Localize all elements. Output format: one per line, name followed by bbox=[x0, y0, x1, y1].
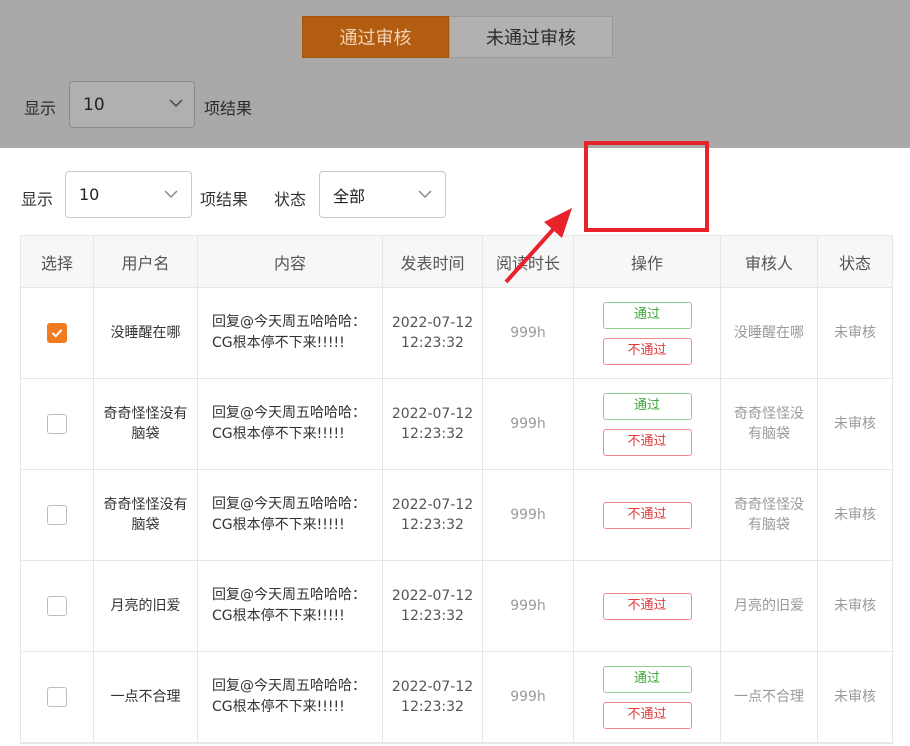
table-header: 选择 用户名 内容 发表时间 阅读时长 操作 审核人 状态 bbox=[21, 236, 892, 288]
row-checkbox[interactable] bbox=[47, 323, 67, 343]
status-cell: 未审核 bbox=[834, 689, 876, 705]
reviewer-cell: 月亮的旧爱 bbox=[721, 561, 818, 651]
header-actions: 操作 bbox=[574, 236, 721, 287]
page-size-value: 10 bbox=[79, 185, 100, 204]
approve-button[interactable]: 通过 bbox=[602, 392, 692, 420]
publish-clock: 12:23:32 bbox=[401, 608, 464, 624]
bg-result-label: 项结果 bbox=[204, 99, 253, 118]
reviewer-cell: 奇奇怪怪没有脑袋 bbox=[721, 470, 818, 560]
check-icon bbox=[51, 329, 63, 338]
chevron-down-icon bbox=[164, 190, 178, 199]
content-cell: 回复@今天周五哈哈哈：CG根本停不下来!!!!! bbox=[198, 470, 383, 560]
header-content: 内容 bbox=[198, 236, 383, 287]
approve-button[interactable]: 通过 bbox=[602, 301, 692, 329]
username-cell: 奇奇怪怪没有脑袋 bbox=[94, 470, 198, 560]
duration-cell: 999h bbox=[483, 652, 574, 742]
status-cell: 未审核 bbox=[834, 507, 876, 523]
review-panel: 显示 10 项结果 状态 全部 选择 用户名 内容 发表时间 阅读时长 操作 审… bbox=[0, 148, 910, 746]
row-checkbox[interactable] bbox=[47, 687, 67, 707]
reviewer-cell: 没睡醒在哪 bbox=[721, 288, 818, 378]
duration-cell: 999h bbox=[483, 379, 574, 469]
bg-page-size-select[interactable]: 10 bbox=[69, 81, 195, 128]
page-size-select[interactable]: 10 bbox=[65, 171, 192, 218]
annotation-highlight-box bbox=[584, 141, 709, 232]
publish-time-cell: 2022-07-12 12:23:32 bbox=[383, 652, 483, 742]
table-row: 奇奇怪怪没有脑袋 回复@今天周五哈哈哈：CG根本停不下来!!!!! 2022-0… bbox=[21, 379, 892, 470]
publish-clock: 12:23:32 bbox=[401, 699, 464, 715]
content-cell: 回复@今天周五哈哈哈：CG根本停不下来!!!!! bbox=[198, 288, 383, 378]
publish-time-cell: 2022-07-12 12:23:32 bbox=[383, 288, 483, 378]
status-select[interactable]: 全部 bbox=[319, 171, 446, 218]
publish-clock: 12:23:32 bbox=[401, 517, 464, 533]
content-cell: 回复@今天周五哈哈哈：CG根本停不下来!!!!! bbox=[198, 379, 383, 469]
show-label: 显示 bbox=[21, 190, 54, 209]
publish-clock: 12:23:32 bbox=[401, 335, 464, 351]
reject-button[interactable]: 不通过 bbox=[602, 337, 692, 365]
actions-cell: 不通过 bbox=[574, 561, 721, 651]
status-cell: 未审核 bbox=[834, 416, 876, 432]
username-cell: 一点不合理 bbox=[94, 652, 198, 742]
duration-cell: 999h bbox=[483, 288, 574, 378]
publish-date: 2022-07-12 bbox=[391, 315, 474, 331]
publish-date: 2022-07-12 bbox=[391, 406, 474, 422]
content-cell: 回复@今天周五哈哈哈：CG根本停不下来!!!!! bbox=[198, 561, 383, 651]
publish-time-cell: 2022-07-12 12:23:32 bbox=[383, 470, 483, 560]
reject-button[interactable]: 不通过 bbox=[602, 592, 692, 620]
row-checkbox[interactable] bbox=[47, 414, 67, 434]
status-cell: 未审核 bbox=[834, 325, 876, 341]
reject-button[interactable]: 不通过 bbox=[602, 701, 692, 729]
publish-date: 2022-07-12 bbox=[391, 497, 474, 513]
table-row: 没睡醒在哪 回复@今天周五哈哈哈：CG根本停不下来!!!!! 2022-07-1… bbox=[21, 288, 892, 379]
status-cell: 未审核 bbox=[834, 598, 876, 614]
username-cell: 奇奇怪怪没有脑袋 bbox=[94, 379, 198, 469]
status-value: 全部 bbox=[333, 186, 366, 206]
table-row: 奇奇怪怪没有脑袋 回复@今天周五哈哈哈：CG根本停不下来!!!!! 2022-0… bbox=[21, 470, 892, 561]
reviewer-cell: 奇奇怪怪没有脑袋 bbox=[721, 379, 818, 469]
username-cell: 月亮的旧爱 bbox=[94, 561, 198, 651]
tab-rejected[interactable]: 未通过审核 bbox=[449, 16, 613, 58]
actions-cell: 通过 不通过 bbox=[574, 652, 721, 742]
duration-cell: 999h bbox=[483, 561, 574, 651]
status-label: 状态 bbox=[274, 190, 307, 209]
table-row: 月亮的旧爱 回复@今天周五哈哈哈：CG根本停不下来!!!!! 2022-07-1… bbox=[21, 561, 892, 652]
publish-date: 2022-07-12 bbox=[391, 679, 474, 695]
header-reviewer: 审核人 bbox=[721, 236, 818, 287]
review-table: 选择 用户名 内容 发表时间 阅读时长 操作 审核人 状态 没睡醒在哪 回复@今… bbox=[20, 235, 893, 744]
row-checkbox[interactable] bbox=[47, 505, 67, 525]
publish-time-cell: 2022-07-12 12:23:32 bbox=[383, 379, 483, 469]
publish-time-cell: 2022-07-12 12:23:32 bbox=[383, 561, 483, 651]
actions-cell: 不通过 bbox=[574, 470, 721, 560]
publish-clock: 12:23:32 bbox=[401, 426, 464, 442]
row-checkbox[interactable] bbox=[47, 596, 67, 616]
actions-cell: 通过 不通过 bbox=[574, 379, 721, 469]
bg-page-size-value: 10 bbox=[83, 94, 105, 115]
duration-cell: 999h bbox=[483, 470, 574, 560]
publish-date: 2022-07-12 bbox=[391, 588, 474, 604]
header-username: 用户名 bbox=[94, 236, 198, 287]
reviewer-cell: 一点不合理 bbox=[721, 652, 818, 742]
actions-cell: 通过 不通过 bbox=[574, 288, 721, 378]
header-publish-time: 发表时间 bbox=[383, 236, 483, 287]
annotation-arrow-icon bbox=[504, 208, 572, 284]
background-overlay: 通过审核 未通过审核 显示 10 项结果 bbox=[0, 0, 910, 148]
reject-button[interactable]: 不通过 bbox=[602, 501, 692, 529]
header-select: 选择 bbox=[21, 236, 94, 287]
chevron-down-icon bbox=[169, 99, 183, 108]
bg-show-label: 显示 bbox=[24, 99, 57, 118]
username-cell: 没睡醒在哪 bbox=[94, 288, 198, 378]
header-status: 状态 bbox=[838, 253, 871, 273]
review-tabs: 通过审核 未通过审核 bbox=[302, 16, 613, 58]
table-row: 一点不合理 回复@今天周五哈哈哈：CG根本停不下来!!!!! 2022-07-1… bbox=[21, 652, 892, 743]
tab-approved[interactable]: 通过审核 bbox=[302, 16, 449, 58]
content-cell: 回复@今天周五哈哈哈：CG根本停不下来!!!!! bbox=[198, 652, 383, 742]
chevron-down-icon bbox=[418, 190, 432, 199]
result-label: 项结果 bbox=[200, 190, 249, 209]
approve-button[interactable]: 通过 bbox=[602, 665, 692, 693]
reject-button[interactable]: 不通过 bbox=[602, 428, 692, 456]
